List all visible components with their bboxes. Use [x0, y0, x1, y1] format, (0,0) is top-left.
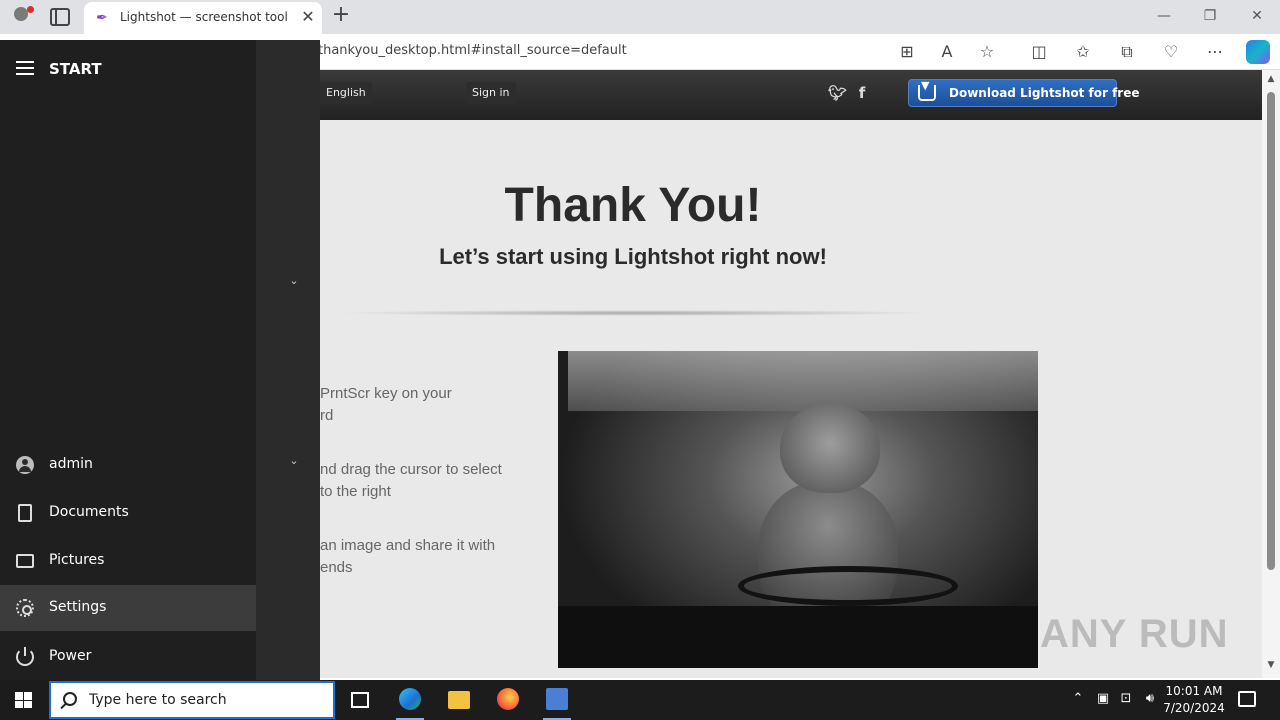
step-3-line-2: ends	[320, 559, 353, 576]
start-menu-title: START	[49, 60, 102, 78]
start-button[interactable]	[0, 680, 48, 720]
meet-now-icon[interactable]: ▣	[1095, 691, 1111, 707]
download-icon	[918, 79, 936, 101]
start-user-admin[interactable]: admin	[0, 442, 256, 488]
show-hidden-icons-icon[interactable]: ⌃	[1070, 691, 1086, 707]
copilot-icon[interactable]	[1246, 40, 1270, 64]
notification-center-icon[interactable]	[1238, 691, 1256, 707]
user-avatar-icon	[16, 456, 34, 474]
taskbar-lightshot-installer[interactable]	[534, 680, 580, 720]
image-dashboard	[558, 606, 1038, 668]
task-view-icon	[351, 692, 369, 708]
edge-icon	[399, 688, 421, 710]
read-aloud-icon[interactable]: A	[936, 42, 958, 62]
address-bar-url[interactable]: thankyou_desktop.html#install_source=def…	[318, 43, 627, 58]
image-steering-wheel	[738, 566, 958, 606]
browser-tab-lightshot[interactable]: ✒ Lightshot — screenshot tool for M ✕	[84, 2, 322, 34]
hamburger-menu-icon[interactable]	[16, 61, 34, 75]
step-2-line-2: to the right	[320, 483, 391, 500]
app-available-icon[interactable]: ⊞	[896, 42, 918, 62]
download-button[interactable]: Download Lightshot for free	[908, 79, 1140, 107]
firefox-icon	[497, 688, 519, 710]
taskbar-file-explorer[interactable]	[436, 680, 482, 720]
sign-in-button[interactable]: Sign in	[466, 82, 516, 104]
folder-icon	[448, 691, 470, 709]
scroll-thumb[interactable]	[1267, 92, 1275, 570]
start-menu: START admin Documents Pictures Settings …	[0, 40, 320, 680]
start-item-label: Settings	[49, 599, 107, 615]
lightshot-feather-icon: ✒	[96, 10, 108, 26]
step-2-line-1: nd drag the cursor to select	[320, 461, 502, 478]
picture-icon	[16, 554, 34, 568]
taskbar-search-box[interactable]: Type here to search	[49, 681, 335, 719]
scroll-down-icon[interactable]: ▼	[1265, 660, 1277, 670]
chevron-down-icon[interactable]: ⌄	[288, 274, 300, 287]
step-3: an image and share it with ends	[320, 535, 520, 579]
chevron-down-icon[interactable]: ⌄	[288, 454, 300, 467]
new-tab-icon[interactable]: +	[330, 4, 352, 28]
page-scrollbar[interactable]: ▲ ▼	[1262, 70, 1280, 678]
step-2: nd drag the cursor to select to the righ…	[320, 459, 520, 503]
installer-icon	[546, 688, 568, 710]
windows-logo-icon	[15, 692, 32, 708]
notification-dot-icon	[27, 6, 34, 13]
page-subtitle: Let’s start using Lightshot right now!	[439, 244, 827, 269]
power-icon	[16, 647, 34, 666]
start-item-settings[interactable]: Settings	[0, 585, 256, 631]
image-window	[568, 351, 1038, 411]
browser-essentials-icon[interactable]: ♡	[1160, 42, 1182, 62]
step-3-line-1: an image and share it with	[320, 537, 496, 554]
taskbar-edge[interactable]	[387, 680, 433, 720]
task-view-button[interactable]	[337, 680, 383, 720]
step-1-line-1: PrntScr key on your	[320, 385, 452, 402]
start-item-power[interactable]: Power	[0, 634, 256, 680]
favorites-icon[interactable]: ✩	[1072, 42, 1094, 62]
start-item-pictures[interactable]: Pictures	[0, 538, 256, 584]
system-clock[interactable]: 10:01 AM 7/20/2024	[1160, 683, 1228, 717]
twitter-icon[interactable]: 🐦︎	[828, 84, 847, 102]
web-page: English Sign in 🐦︎ f Download Lightshot …	[320, 70, 1262, 678]
document-icon	[18, 504, 32, 522]
collections-icon[interactable]: ⧉	[1116, 42, 1138, 62]
taskbar: Type here to search ⌃ ▣ ⊡ 🔊︎ 10:01 AM 7/…	[0, 680, 1280, 720]
step-1: PrntScr key on your rd	[320, 383, 520, 427]
browser-tab-bar: ✒ Lightshot — screenshot tool for M ✕ + …	[0, 0, 1280, 34]
divider-shadow	[335, 310, 935, 316]
restore-icon[interactable]: ❐	[1195, 6, 1225, 26]
network-icon[interactable]: ⊡	[1118, 691, 1134, 707]
search-icon	[63, 692, 77, 706]
start-item-documents[interactable]: Documents	[0, 490, 256, 536]
download-label: Download Lightshot for free	[949, 86, 1140, 100]
clock-time: 10:01 AM	[1165, 684, 1223, 698]
split-screen-icon[interactable]: ◫	[1028, 42, 1050, 62]
scroll-up-icon[interactable]: ▲	[1265, 74, 1277, 84]
site-header: English Sign in 🐦︎ f Download Lightshot …	[320, 70, 1262, 120]
page-title: Thank You!	[504, 179, 762, 232]
close-window-icon[interactable]: ✕	[1242, 6, 1272, 26]
anyrun-watermark: ANY RUN	[1040, 612, 1229, 656]
language-selector[interactable]: English	[320, 82, 372, 104]
favorite-star-icon[interactable]: ☆	[976, 42, 998, 62]
facebook-icon[interactable]: f	[853, 84, 871, 102]
gear-icon	[16, 599, 34, 617]
search-placeholder: Type here to search	[89, 692, 227, 708]
profile-avatar-icon	[14, 7, 28, 21]
image-cat-head	[780, 403, 880, 493]
taskbar-firefox[interactable]	[485, 680, 531, 720]
more-options-icon[interactable]: ⋯	[1204, 42, 1226, 62]
tab-close-icon[interactable]: ✕	[299, 8, 317, 26]
minimize-icon[interactable]: —	[1149, 6, 1179, 26]
volume-icon[interactable]: 🔊︎	[1142, 691, 1158, 707]
start-user-label: admin	[49, 456, 93, 472]
clock-date: 7/20/2024	[1163, 701, 1225, 715]
profile-button[interactable]	[10, 6, 34, 28]
tab-actions-icon[interactable]	[50, 8, 70, 26]
start-item-label: Documents	[49, 504, 129, 520]
start-menu-left-column: START admin Documents Pictures Settings …	[0, 40, 256, 680]
tab-title: Lightshot — screenshot tool for M	[120, 10, 288, 24]
start-item-label: Pictures	[49, 552, 105, 568]
cat-driving-image	[558, 351, 1038, 668]
start-item-label: Power	[49, 648, 92, 664]
step-1-line-2: rd	[320, 407, 334, 424]
